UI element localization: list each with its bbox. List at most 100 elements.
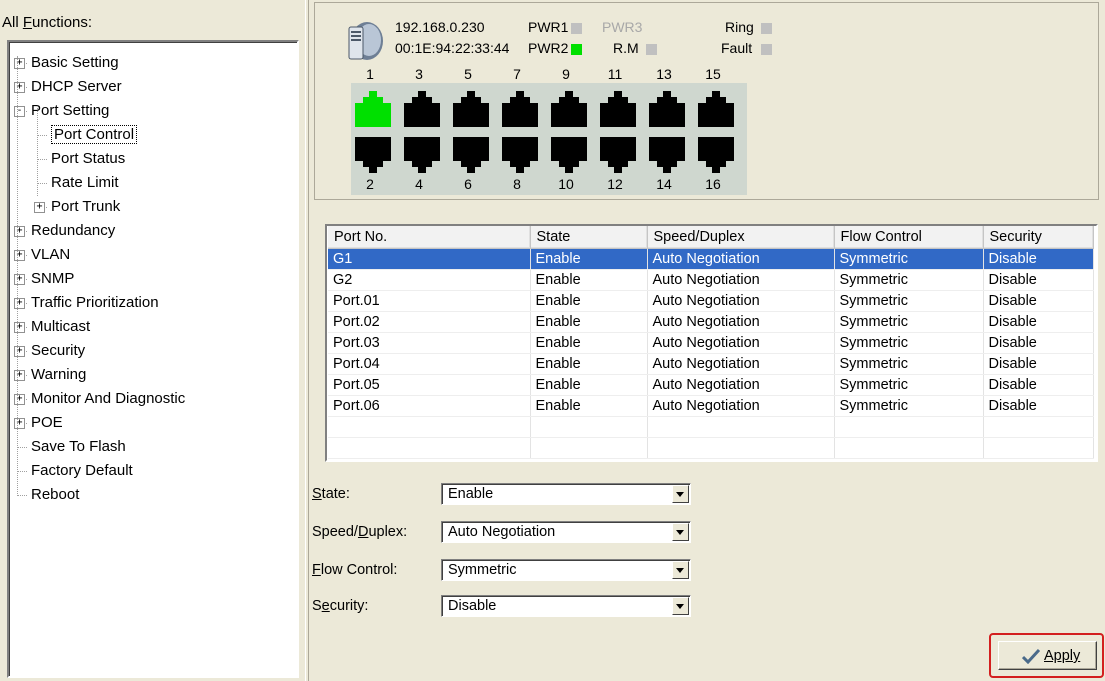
ethernet-port-icon[interactable] <box>402 137 442 177</box>
ethernet-port-icon[interactable] <box>402 87 442 127</box>
tree-item-poe[interactable]: POE <box>31 412 63 434</box>
tree-item-rate-limit[interactable]: Rate Limit <box>51 172 119 194</box>
speed-duplex-dropdown-button[interactable] <box>672 523 689 541</box>
port-map: 1 3 5 7 9 11 13 15 2 4 6 8 10 12 14 16 <box>315 3 1100 201</box>
ethernet-port-icon[interactable] <box>549 87 589 127</box>
tree-item-multicast[interactable]: Multicast <box>31 316 90 338</box>
ethernet-port-icon[interactable] <box>647 87 687 127</box>
tree-item-warning[interactable]: Warning <box>31 364 86 386</box>
ethernet-port-icon[interactable] <box>598 87 638 127</box>
table-row[interactable]: Port.05 Enable Auto Negotiation Symmetric Di… <box>328 374 1094 396</box>
tree-item-label: Multicast <box>31 318 91 335</box>
apply-text: Apply <box>1044 648 1081 664</box>
ethernet-port-icon[interactable] <box>451 137 491 177</box>
tree-item-dhcp-server[interactable]: DHCP Server <box>31 76 122 98</box>
flow-control-cell: Symmetric <box>834 332 984 354</box>
ethernet-port-icon[interactable] <box>598 137 638 177</box>
expand-icon[interactable]: + <box>14 370 25 381</box>
ethernet-port-icon[interactable] <box>696 87 736 127</box>
tree-item-port-control[interactable]: Port Control <box>51 124 138 146</box>
tree-item-snmp[interactable]: SNMP <box>31 268 74 290</box>
tree-item-traffic-prioritization[interactable]: Traffic Prioritization <box>31 292 159 314</box>
tree-item-port-status[interactable]: Port Status <box>51 148 125 170</box>
port-no-cell: Port.04 <box>328 353 531 375</box>
table-row[interactable]: G2 Enable Auto Negotiation Symmetric Disable <box>328 269 1094 291</box>
all-functions-label: All Functions: <box>2 14 93 31</box>
empty-table-row <box>328 437 1094 459</box>
expand-icon[interactable]: + <box>14 250 25 261</box>
ethernet-port-icon[interactable] <box>353 87 393 127</box>
tree-item-reboot[interactable]: Reboot <box>31 484 79 506</box>
ethernet-port-icon[interactable] <box>647 137 687 177</box>
ethernet-port-icon[interactable] <box>696 137 736 177</box>
ethernet-port-icon[interactable] <box>451 87 491 127</box>
table-row[interactable]: Port.06 Enable Auto Negotiation Symmetric Di… <box>328 395 1094 417</box>
expand-icon[interactable]: + <box>14 58 25 69</box>
tree-item-basic-setting[interactable]: Basic Setting <box>31 52 119 74</box>
tree-item-label: Security <box>31 342 86 359</box>
tree-item-factory-default[interactable]: Factory Default <box>31 460 133 482</box>
state-value: Enable <box>448 486 494 502</box>
ethernet-port-icon[interactable] <box>549 137 589 177</box>
apply-highlight: Apply <box>989 633 1104 678</box>
security-dropdown-button[interactable] <box>672 597 689 615</box>
state-cell: Enable <box>530 353 648 375</box>
tree-item-redundancy[interactable]: Redundancy <box>31 220 115 242</box>
security-cell: Disable <box>983 395 1094 417</box>
expand-icon[interactable]: + <box>34 202 45 213</box>
collapse-icon[interactable]: - <box>14 106 25 117</box>
port-grid: Port No. State Speed/Duplex Flow Control… <box>328 226 1094 459</box>
header-security[interactable]: Security <box>983 226 1094 249</box>
speed-duplex-cell: Auto Negotiation <box>647 374 835 396</box>
tree-item-security[interactable]: Security <box>31 340 85 362</box>
tree-item-vlan[interactable]: VLAN <box>31 244 70 266</box>
table-row[interactable]: G1 Enable Auto Negotiation Symmetric Disable <box>328 248 1094 270</box>
empty-cell <box>328 416 531 438</box>
main-panel: 192.168.0.230 00:1E:94:22:33:44 PWR1 PWR… <box>310 0 1105 681</box>
expand-icon[interactable]: + <box>14 274 25 285</box>
state-cell: Enable <box>530 332 648 354</box>
tree-item-label: Reboot <box>31 486 80 503</box>
security-select[interactable]: Disable <box>441 595 691 617</box>
security-label: Security: <box>312 598 369 614</box>
expand-icon[interactable]: + <box>14 394 25 405</box>
tree-item-port-setting[interactable]: Port Setting <box>31 100 109 122</box>
expand-icon[interactable]: + <box>14 298 25 309</box>
function-panel: All Functions: + Basic Setting + DHCP Serve… <box>0 0 305 681</box>
flow-control-select[interactable]: Symmetric <box>441 559 691 581</box>
port-table[interactable]: Port No. State Speed/Duplex Flow Control… <box>325 224 1098 462</box>
expand-icon[interactable]: + <box>14 226 25 237</box>
ethernet-port-icon[interactable] <box>353 137 393 177</box>
speed-duplex-cell: Auto Negotiation <box>647 332 835 354</box>
state-select[interactable]: Enable <box>441 483 691 505</box>
tree-connector <box>17 495 27 496</box>
function-tree[interactable]: + Basic Setting + DHCP Server - Port Setting P… <box>7 40 299 678</box>
tree-item-label: Warning <box>31 366 87 383</box>
header-state[interactable]: State <box>530 226 648 249</box>
apply-button[interactable]: Apply <box>998 641 1097 670</box>
expand-icon[interactable]: + <box>14 346 25 357</box>
tree-item-monitor-and-diagnostic[interactable]: Monitor And Diagnostic <box>31 388 185 410</box>
header-speed-duplex[interactable]: Speed/Duplex <box>647 226 835 249</box>
table-row[interactable]: Port.02 Enable Auto Negotiation Symmetric Di… <box>328 311 1094 333</box>
expand-icon[interactable]: + <box>14 82 25 93</box>
flow-control-cell: Symmetric <box>834 269 984 291</box>
port-number-label: 1 <box>366 66 374 82</box>
ethernet-port-icon[interactable] <box>500 87 540 127</box>
table-row[interactable]: Port.03 Enable Auto Negotiation Symmetric Di… <box>328 332 1094 354</box>
expand-icon[interactable]: + <box>14 322 25 333</box>
speed-duplex-select[interactable]: Auto Negotiation <box>441 521 691 543</box>
table-row[interactable]: Port.04 Enable Auto Negotiation Symmetric Di… <box>328 353 1094 375</box>
state-dropdown-button[interactable] <box>672 485 689 503</box>
flow-control-cell: Symmetric <box>834 395 984 417</box>
splitter[interactable] <box>305 0 309 681</box>
header-flow-control[interactable]: Flow Control <box>834 226 984 249</box>
flow-control-dropdown-button[interactable] <box>672 561 689 579</box>
tree-item-save-to-flash[interactable]: Save To Flash <box>31 436 126 458</box>
table-row[interactable]: Port.01 Enable Auto Negotiation Symmetric Di… <box>328 290 1094 312</box>
ethernet-port-icon[interactable] <box>500 137 540 177</box>
header-port-no[interactable]: Port No. <box>328 226 531 249</box>
tree-item-port-trunk[interactable]: Port Trunk <box>51 196 120 218</box>
expand-icon[interactable]: + <box>14 418 25 429</box>
tree-item-label: DHCP Server <box>31 78 122 95</box>
